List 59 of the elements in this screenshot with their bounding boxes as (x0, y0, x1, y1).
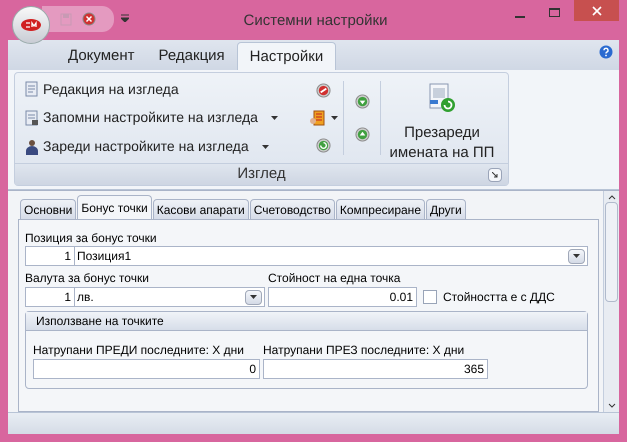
window-title: Системни настройки (242, 11, 388, 31)
dialog-launcher-button[interactable] (488, 168, 502, 182)
input-field[interactable]: 0 (33, 359, 260, 379)
reload-names-button[interactable]: Презареди имената на ПП (381, 73, 503, 163)
form-tab[interactable]: Други (426, 199, 466, 219)
field-label: Валута за бонус точки (25, 270, 150, 287)
app-menu-button[interactable] (12, 6, 50, 44)
minimize-icon[interactable] (515, 16, 525, 19)
dropdown-button[interactable] (568, 248, 585, 264)
caret-icon (330, 116, 338, 120)
ribbon-command[interactable]: Зареди настройките на изгледа (25, 136, 303, 158)
group-box-header: Използване на точките (26, 312, 587, 331)
layout-icon[interactable] (308, 110, 324, 126)
ribbon-tab[interactable]: Редакция (146, 42, 237, 70)
dropdown-button[interactable] (245, 290, 262, 304)
input-field[interactable]: 365 (263, 359, 488, 379)
refresh-icon[interactable] (316, 138, 330, 153)
caret-icon (262, 144, 269, 149)
form-tab[interactable]: Касови апарати (152, 199, 249, 219)
help-icon[interactable] (599, 45, 613, 59)
ribbon-command[interactable]: Редакция на изгледа (25, 78, 303, 100)
maximize-icon[interactable] (549, 8, 560, 17)
launcher-arrow-icon (492, 172, 498, 178)
logo-icon (20, 18, 42, 32)
cancel-icon[interactable] (316, 83, 330, 98)
form-tab[interactable]: Бонус точки (77, 195, 152, 219)
close-icon[interactable] (82, 12, 96, 26)
form-tab[interactable]: Компресиране (336, 199, 425, 219)
person-icon (25, 138, 39, 155)
vat-checkbox[interactable] (423, 290, 437, 304)
ribbon-command[interactable]: Запомни настройките на изгледа (25, 106, 303, 129)
code-field[interactable]: 1 (25, 287, 75, 307)
scrollbar[interactable] (603, 191, 619, 412)
document-refresh-icon (428, 83, 456, 113)
input-field[interactable]: 0.01 (268, 287, 417, 307)
field-label: Позиция за бонус точки (25, 230, 158, 246)
caret-icon (270, 116, 278, 120)
move-up-icon[interactable] (354, 127, 370, 142)
dropdown-field[interactable]: лв. (75, 287, 265, 307)
form-tab[interactable]: Основни (20, 199, 76, 219)
customize-caret-icon[interactable] (121, 14, 129, 22)
ribbon-tab[interactable]: Настройки (236, 42, 336, 70)
group-label: Изглед (237, 164, 286, 184)
form-tab[interactable]: Счетоводство (250, 199, 335, 219)
scroll-thumb[interactable] (605, 202, 618, 302)
dropdown-field[interactable]: Позиция1 (75, 246, 588, 266)
document-icon (25, 81, 39, 98)
close-button[interactable] (574, 0, 619, 21)
checkbox-label: Стойността е с ДДС (443, 289, 555, 306)
caret-icon (573, 254, 580, 258)
caret-icon (250, 295, 257, 299)
close-icon (592, 6, 602, 16)
move-down-icon[interactable] (354, 94, 370, 109)
code-field[interactable]: 1 (25, 246, 75, 266)
field-label: Натрупани ПРЕЗ последните: Х дни (263, 342, 466, 359)
field-label: Натрупани ПРЕДИ последните: Х дни (33, 342, 245, 359)
ribbon-tab[interactable]: Документ (56, 42, 147, 70)
field-label: Стойност на една точка (268, 270, 402, 287)
document-icon (25, 110, 39, 126)
